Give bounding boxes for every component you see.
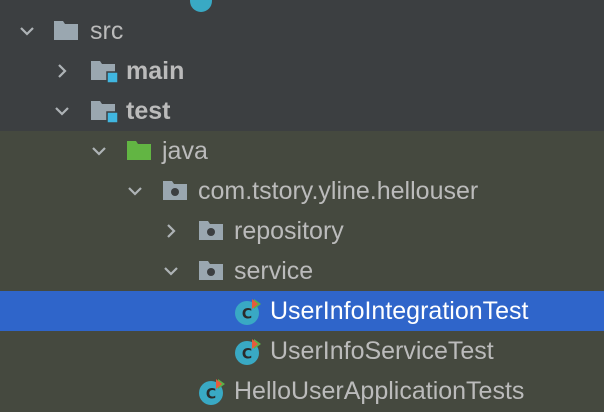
tree-item-label: java bbox=[162, 137, 208, 165]
project-tree: src main test java com.tstory.yline.hell… bbox=[0, 0, 604, 412]
tree-row-java[interactable]: java bbox=[0, 131, 604, 171]
test-class-icon: C bbox=[234, 298, 264, 326]
chevron-down-icon[interactable] bbox=[51, 100, 73, 122]
tree-row-package-root[interactable]: com.tstory.yline.hellouser bbox=[0, 171, 604, 211]
tree-row-src[interactable]: src bbox=[0, 11, 604, 51]
tree-row-userinfo-service-test[interactable]: C UserInfoServiceTest bbox=[0, 331, 604, 371]
tree-item-label: service bbox=[234, 257, 314, 285]
package-icon bbox=[198, 219, 224, 243]
module-folder-icon bbox=[90, 99, 118, 124]
tree-item-label: HelloUserApplicationTests bbox=[234, 377, 525, 405]
tree-item-label: src bbox=[90, 17, 124, 45]
tree-item-label: UserInfoServiceTest bbox=[270, 337, 494, 365]
chevron-down-icon[interactable] bbox=[124, 180, 146, 202]
tree-row-userinfo-integration-test[interactable]: C UserInfoIntegrationTest bbox=[0, 291, 604, 331]
tree-item-label: main bbox=[126, 57, 185, 85]
tree-row-main[interactable]: main bbox=[0, 51, 604, 91]
tree-row-test[interactable]: test bbox=[0, 91, 604, 131]
chevron-right-icon[interactable] bbox=[51, 60, 73, 82]
folder-icon bbox=[53, 19, 79, 43]
tree-row-hellouser-application-tests[interactable]: C HelloUserApplicationTests bbox=[0, 371, 604, 411]
tree-row-service[interactable]: service bbox=[0, 251, 604, 291]
module-folder-icon bbox=[90, 59, 118, 84]
svg-text:C: C bbox=[242, 307, 252, 323]
test-class-icon: C bbox=[234, 338, 264, 366]
tree-item-label: test bbox=[126, 97, 171, 125]
svg-text:C: C bbox=[242, 347, 252, 363]
chevron-down-icon[interactable] bbox=[160, 260, 182, 282]
test-class-icon: C bbox=[198, 378, 228, 406]
chevron-down-icon[interactable] bbox=[16, 20, 38, 42]
chevron-down-icon[interactable] bbox=[88, 140, 110, 162]
package-icon bbox=[162, 179, 188, 203]
chevron-right-icon[interactable] bbox=[160, 220, 182, 242]
svg-text:C: C bbox=[206, 387, 216, 403]
tree-item-label: com.tstory.yline.hellouser bbox=[198, 177, 479, 205]
tree-row-repository[interactable]: repository bbox=[0, 211, 604, 251]
package-icon bbox=[198, 259, 224, 283]
tree-item-label: repository bbox=[234, 217, 344, 245]
tree-item-label: UserInfoIntegrationTest bbox=[270, 297, 529, 325]
test-source-folder-icon bbox=[126, 139, 152, 163]
